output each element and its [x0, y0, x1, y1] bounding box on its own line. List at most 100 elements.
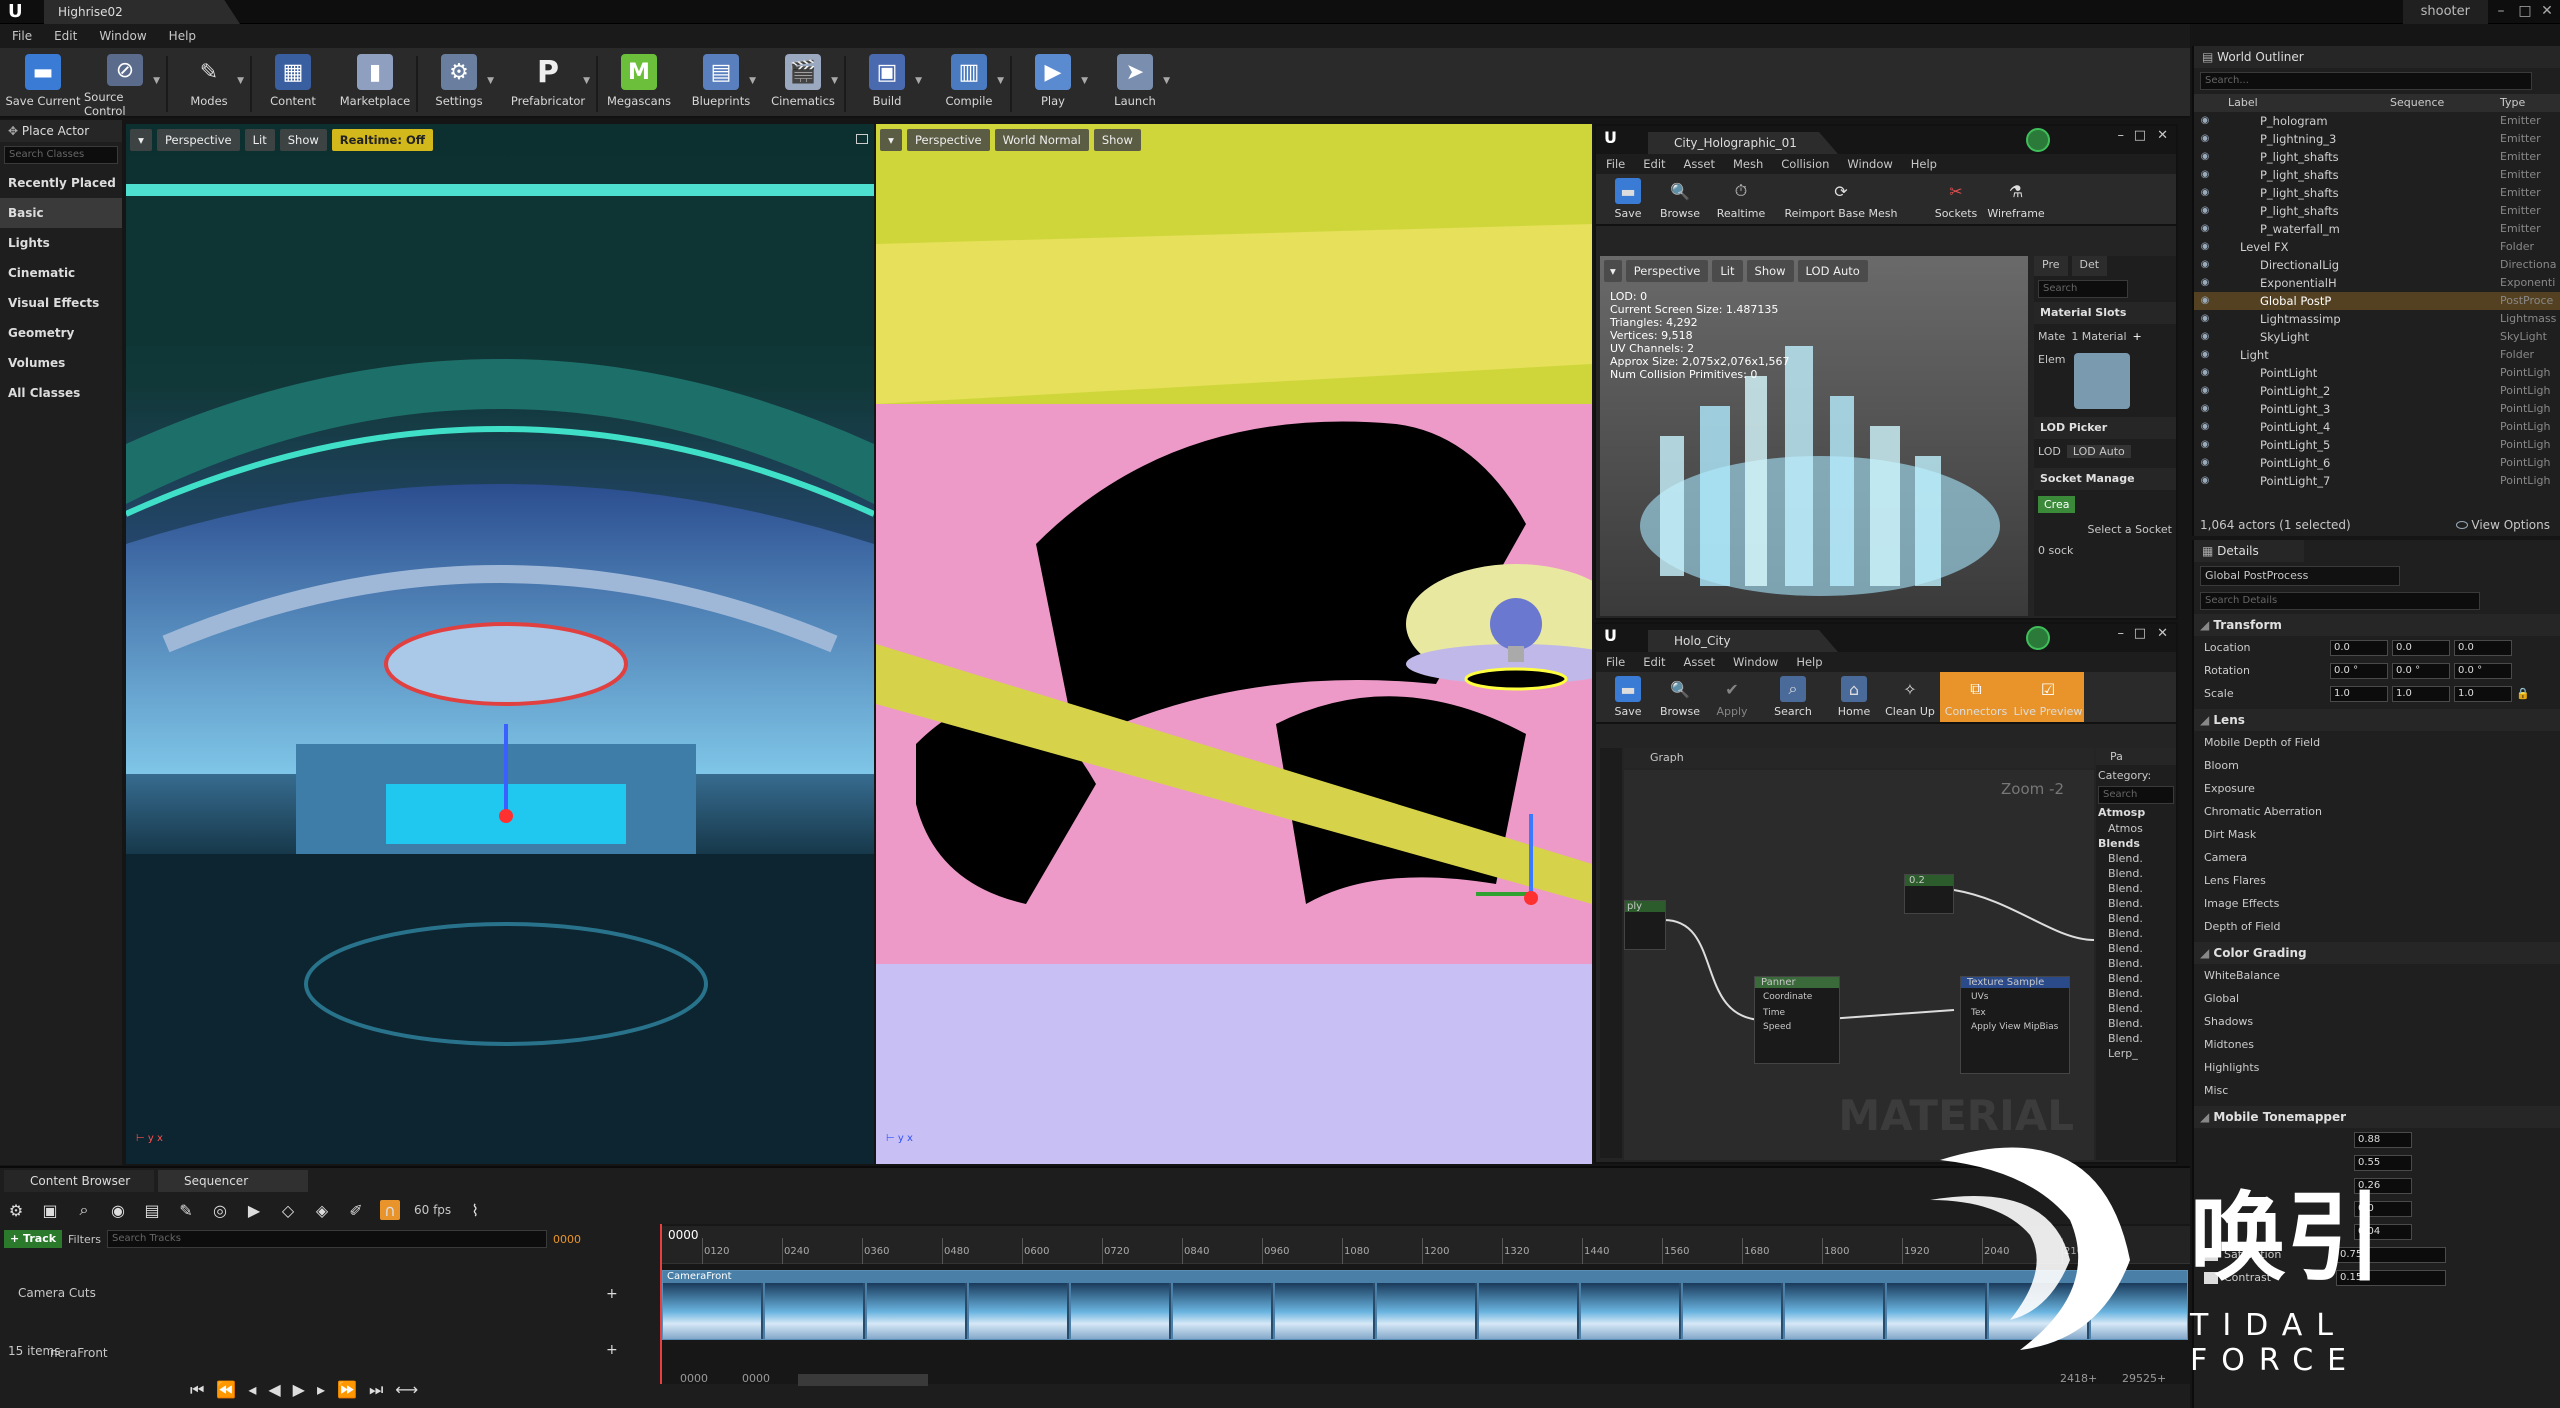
mat-browse-button[interactable]: 🔍 Browse: [1654, 672, 1706, 722]
sm-show-button[interactable]: Show: [1746, 260, 1794, 282]
color-item[interactable]: Highlights: [2194, 1056, 2560, 1079]
range-end[interactable]: 2418+: [2060, 1372, 2097, 1385]
lens-item[interactable]: Chromatic Aberration: [2194, 800, 2560, 823]
color-item[interactable]: Shadows: [2194, 1010, 2560, 1033]
visibility-eye-icon[interactable]: ◉: [2194, 184, 2216, 202]
search-classes-input[interactable]: Search Classes: [4, 146, 118, 164]
scale-y[interactable]: 1.0: [2392, 685, 2450, 702]
mesh-preview-viewport[interactable]: ▾ Perspective Lit Show LOD Auto LOD: 0 C…: [1600, 256, 2028, 616]
current-frame[interactable]: 0000: [553, 1233, 581, 1246]
visibility-eye-icon[interactable]: ◉: [2194, 274, 2216, 292]
outliner-row[interactable]: ◉ PointLight_4 PointLigh: [2194, 418, 2560, 436]
texture-sample-node[interactable]: Texture Sample UVs Tex Apply View MipBia…: [1960, 976, 2070, 1074]
visibility-eye-icon[interactable]: ◉: [2194, 400, 2216, 418]
viewport-left[interactable]: ▾ Perspective Lit Show Realtime: Off ⊢ y…: [126, 124, 874, 1164]
palette-item[interactable]: Blend.: [2096, 911, 2176, 926]
blueprint-status-icon[interactable]: [2026, 626, 2050, 650]
tonemapper-value[interactable]: 0.04: [2354, 1223, 2412, 1240]
mat-menu-file[interactable]: File: [1606, 655, 1625, 669]
material-graph-canvas[interactable]: Zoom -2 MATERIAL ply 0.2 Panner Coordina…: [1624, 770, 2094, 1160]
sm-lit-button[interactable]: Lit: [1712, 260, 1743, 282]
panner-node[interactable]: Panner Coordinate Time Speed: [1754, 976, 1840, 1064]
render-icon[interactable]: ▤: [142, 1200, 162, 1220]
outliner-row[interactable]: ◉ PointLight_3 PointLigh: [2194, 400, 2560, 418]
palette-item[interactable]: Blend.: [2096, 866, 2176, 881]
pencil-icon[interactable]: ✐: [346, 1200, 366, 1220]
palette-item[interactable]: Atmosp: [2096, 804, 2176, 821]
show-button[interactable]: Show: [1093, 129, 1141, 151]
marketplace-button[interactable]: ▮ Marketplace: [334, 48, 416, 118]
sm-menu-asset[interactable]: Asset: [1684, 157, 1715, 171]
visibility-eye-icon[interactable]: ◉: [2194, 454, 2216, 472]
fps-select[interactable]: 60 fps: [414, 1203, 451, 1217]
outliner-row[interactable]: ◉ P_hologram Emitter: [2194, 112, 2560, 130]
sm-menu-collision[interactable]: Collision: [1781, 157, 1829, 171]
timeline-ruler[interactable]: 0000 0120 0240 0360 0480 0600 0720 0840 0960 108…: [660, 1226, 2190, 1264]
sm-sockets-button[interactable]: ✂ Sockets: [1926, 174, 1986, 224]
outliner-row[interactable]: ◉ P_light_shafts Emitter: [2194, 202, 2560, 220]
world-normal-button[interactable]: World Normal: [994, 129, 1089, 151]
color-item[interactable]: Misc: [2194, 1079, 2560, 1102]
sm-menu-help[interactable]: Help: [1911, 157, 1937, 171]
search-icon[interactable]: ⌕: [74, 1200, 94, 1220]
visibility-eye-icon[interactable]: ◉: [2194, 418, 2216, 436]
lens-item[interactable]: Dirt Mask: [2194, 823, 2560, 846]
category-visual-effects[interactable]: Visual Effects: [0, 288, 122, 318]
add-key-icon[interactable]: +: [606, 1342, 618, 1358]
visibility-eye-icon[interactable]: ◉: [2194, 310, 2216, 328]
menu-help[interactable]: Help: [169, 29, 196, 43]
mat-home-button[interactable]: ⌂ Home: [1828, 672, 1880, 722]
menu-window[interactable]: Window: [99, 29, 146, 43]
lit-button[interactable]: Lit: [244, 129, 275, 151]
tonemapper-value[interactable]: 0.0: [2354, 1200, 2412, 1217]
details-tab[interactable]: ▦ Details: [2194, 540, 2304, 562]
viewport-options-icon[interactable]: ▾: [1604, 260, 1622, 282]
lens-section[interactable]: ◢ Lens: [2194, 709, 2560, 731]
category-all-classes[interactable]: All Classes: [0, 378, 122, 408]
palette-item[interactable]: Blend.: [2096, 896, 2176, 911]
outliner-row[interactable]: ◉ P_light_shafts Emitter: [2194, 166, 2560, 184]
loop-icon[interactable]: ⟷: [395, 1380, 418, 1400]
world-outliner-tab[interactable]: ▤ World Outliner: [2194, 46, 2560, 68]
visibility-eye-icon[interactable]: ◉: [2194, 148, 2216, 166]
mat-live-preview-button[interactable]: ☑ Live Preview: [2012, 672, 2084, 722]
saturation-value[interactable]: 0.75: [2336, 1246, 2446, 1263]
close-icon[interactable]: ✕: [2536, 0, 2558, 24]
lod-select[interactable]: LOD Auto: [2066, 445, 2131, 458]
view-options-button[interactable]: View Options: [2455, 518, 2550, 532]
add-track-button[interactable]: + Track: [4, 1230, 63, 1248]
visibility-eye-icon[interactable]: ◉: [2194, 436, 2216, 454]
visibility-eye-icon[interactable]: ◉: [2194, 220, 2216, 238]
scale-x[interactable]: 1.0: [2330, 685, 2388, 702]
visibility-eye-icon[interactable]: ◉: [2194, 472, 2216, 490]
curve-icon[interactable]: ⌇: [465, 1200, 485, 1220]
saturation-checkbox[interactable]: [2204, 1248, 2218, 1261]
show-button[interactable]: Show: [279, 129, 327, 151]
category-geometry[interactable]: Geometry: [0, 318, 122, 348]
compile-button[interactable]: ▥ Compile ▼: [928, 48, 1010, 118]
maximize-icon[interactable]: □: [2134, 128, 2146, 143]
multiply-node[interactable]: ply: [1624, 900, 1666, 950]
minimize-icon[interactable]: –: [2490, 0, 2512, 24]
visibility-eye-icon[interactable]: ◉: [2194, 130, 2216, 148]
lod-picker-header[interactable]: LOD Picker: [2034, 417, 2176, 439]
lens-item[interactable]: Exposure: [2194, 777, 2560, 800]
build-button[interactable]: ▣ Build ▼: [846, 48, 928, 118]
preview-tab[interactable]: Pre: [2034, 256, 2068, 276]
visibility-eye-icon[interactable]: ◉: [2194, 292, 2216, 310]
play-reverse-icon[interactable]: ◀: [268, 1380, 280, 1400]
camera-icon[interactable]: ◉: [108, 1200, 128, 1220]
location-x[interactable]: 0.0: [2330, 639, 2388, 656]
material-preview-strip[interactable]: [1600, 748, 1622, 1158]
tonemapper-value[interactable]: 0.26: [2354, 1177, 2412, 1194]
outliner-row[interactable]: ◉ Light Folder: [2194, 346, 2560, 364]
perspective-button[interactable]: Perspective: [157, 129, 240, 151]
range-out[interactable]: 29525+: [2122, 1372, 2166, 1385]
rotation-z[interactable]: 0.0 °: [2454, 662, 2512, 679]
rotation-y[interactable]: 0.0 °: [2392, 662, 2450, 679]
tonemapper-value[interactable]: 0.55: [2354, 1154, 2412, 1171]
filters-button[interactable]: Filters: [68, 1233, 101, 1246]
blueprints-button[interactable]: ▤ Blueprints ▼: [680, 48, 762, 118]
modes-button[interactable]: ✎ Modes ▼: [168, 48, 250, 118]
outliner-row[interactable]: ◉ P_lightning_3 Emitter: [2194, 130, 2560, 148]
